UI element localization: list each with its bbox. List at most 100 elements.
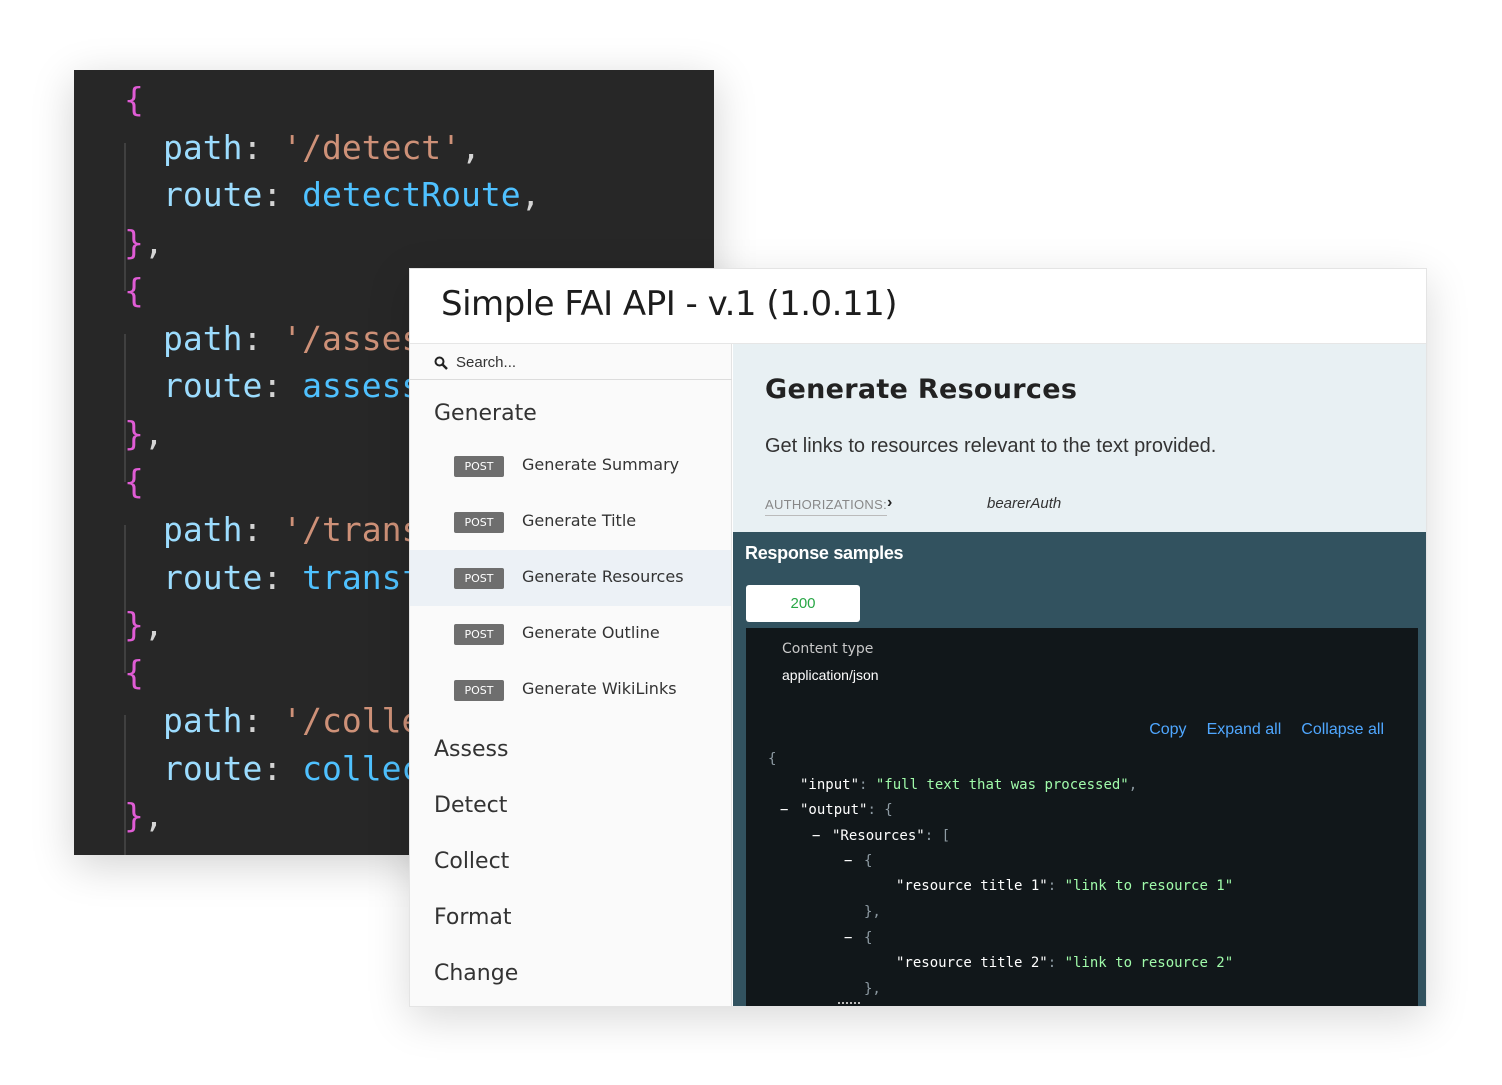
json-punct: , (1128, 777, 1138, 793)
authorizations-toggle[interactable]: AUTHORIZATIONS: (765, 497, 887, 516)
method-badge: POST (454, 512, 504, 533)
code-line: { (124, 460, 144, 504)
close-brace: } (124, 605, 144, 644)
code-line: }, (124, 794, 164, 838)
comma: , (143, 414, 164, 453)
json-punct: : (859, 777, 876, 793)
property-key: route (163, 175, 263, 214)
page-title: Simple FAI API - v.1 (1.0.11) (441, 284, 898, 324)
response-sample: Content type application/json Copy Expand… (746, 628, 1418, 1006)
property-value: '/trans (282, 510, 422, 549)
operation-description: Get links to resources relevant to the t… (765, 435, 1217, 457)
json-toolbar: Copy Expand all Collapse all (1129, 721, 1384, 739)
expand-all-button[interactable]: Expand all (1207, 721, 1282, 738)
property-value: '/asses (282, 319, 422, 358)
code-line: route: transf (163, 556, 421, 600)
json-punct: : (1047, 878, 1065, 894)
sidebar-item-generate-title[interactable]: POST Generate Title (410, 494, 731, 550)
json-line: }, (864, 902, 881, 922)
property-value: assess (302, 366, 422, 405)
json-line: −{ (844, 928, 872, 948)
sidebar-group-collect[interactable]: Collect (434, 849, 509, 874)
open-brace: { (124, 653, 144, 692)
code-line: path: '/trans (163, 508, 421, 552)
property-value: '/colle (282, 701, 422, 740)
code-line: route: assess (163, 364, 421, 408)
auth-scheme: bearerAuth (987, 495, 1062, 512)
docs-header: Simple FAI API - v.1 (1.0.11) (410, 269, 1426, 344)
sidebar-group-detect[interactable]: Detect (434, 793, 507, 818)
json-punct: { (864, 853, 873, 869)
sidebar-item-generate-summary[interactable]: POST Generate Summary (410, 438, 731, 494)
operation-title: Generate Resources (765, 374, 1078, 405)
json-key: "resource title 1" (896, 878, 1048, 894)
json-key: "input" (800, 777, 860, 793)
collapse-toggle[interactable]: − (844, 851, 852, 871)
operation-label: Generate Outline (522, 623, 660, 642)
content-type-value[interactable]: application/json (782, 667, 879, 683)
code-line: }, (124, 603, 164, 647)
search-bar (410, 344, 732, 380)
code-line: path: '/colle (163, 699, 421, 743)
comma: , (143, 796, 164, 835)
sidebar-group-assess[interactable]: Assess (434, 737, 508, 762)
close-brace: } (124, 414, 144, 453)
property-value: collec (302, 749, 422, 788)
open-brace: { (124, 271, 144, 310)
sidebar-item-generate-wikilinks[interactable]: POST Generate WikiLinks (410, 662, 731, 718)
property-key: route (163, 558, 263, 597)
operation-label: Generate Resources (522, 567, 684, 586)
close-brace: } (124, 223, 144, 262)
collapse-toggle[interactable]: − (812, 826, 820, 846)
json-string: "link to resource 2" (1064, 955, 1234, 971)
json-punct: { (768, 751, 777, 767)
json-line: "resource title 2": "link to resource 2" (896, 953, 1233, 973)
colon: : (242, 510, 283, 549)
json-key: "resource title 2" (896, 955, 1048, 971)
indent-guide (124, 143, 126, 291)
operation-label: Generate WikiLinks (522, 679, 677, 698)
api-docs-window: Simple FAI API - v.1 (1.0.11) Generate As… (409, 268, 1427, 1007)
open-brace: { (124, 80, 144, 119)
sidebar-item-generate-outline[interactable]: POST Generate Outline (410, 606, 731, 662)
copy-button[interactable]: Copy (1149, 721, 1186, 738)
json-line: }, (864, 979, 881, 999)
method-badge: POST (454, 456, 504, 477)
open-brace: { (124, 462, 144, 501)
sidebar: Generate Assess Detect Collect Format Change P… (410, 344, 732, 1006)
property-key: path (163, 128, 243, 167)
property-key: path (163, 319, 243, 358)
code-line: }, (124, 221, 164, 265)
json-line: { (768, 749, 776, 769)
collapse-toggle[interactable]: − (780, 800, 788, 820)
property-value: detectRoute (302, 175, 521, 214)
code-line: path: '/asses (163, 317, 421, 361)
colon: : (242, 319, 283, 358)
property-value: transf (302, 558, 422, 597)
sidebar-group-generate[interactable]: Generate (434, 401, 537, 426)
search-input[interactable] (456, 350, 716, 374)
comma: , (143, 223, 164, 262)
collapse-toggle[interactable]: − (844, 928, 852, 948)
code-line: }, (124, 412, 164, 456)
collapse-all-button[interactable]: Collapse all (1301, 721, 1384, 738)
tab-status-200[interactable]: 200 (746, 585, 860, 622)
chevron-right-icon[interactable]: › (887, 494, 892, 512)
trailing-comma: , (461, 128, 481, 167)
method-badge: POST (454, 680, 504, 701)
json-punct: : (1047, 955, 1065, 971)
sidebar-group-change[interactable]: Change (434, 961, 518, 986)
code-line: { (124, 651, 144, 695)
json-key: "Resources" (832, 828, 925, 844)
property-key: route (163, 749, 263, 788)
more-indicator (838, 1002, 860, 1004)
json-punct: }, (864, 981, 881, 997)
sidebar-group-format[interactable]: Format (434, 905, 512, 930)
operation-label: Generate Summary (522, 455, 680, 474)
json-key: "output" (800, 802, 868, 818)
method-badge: POST (454, 624, 504, 645)
json-punct: : { (867, 802, 893, 818)
response-samples-panel: Response samples 200 Content type applic… (733, 532, 1426, 1006)
code-line: path: '/detect', (163, 126, 481, 170)
sidebar-item-generate-resources[interactable]: POST Generate Resources (410, 550, 731, 606)
